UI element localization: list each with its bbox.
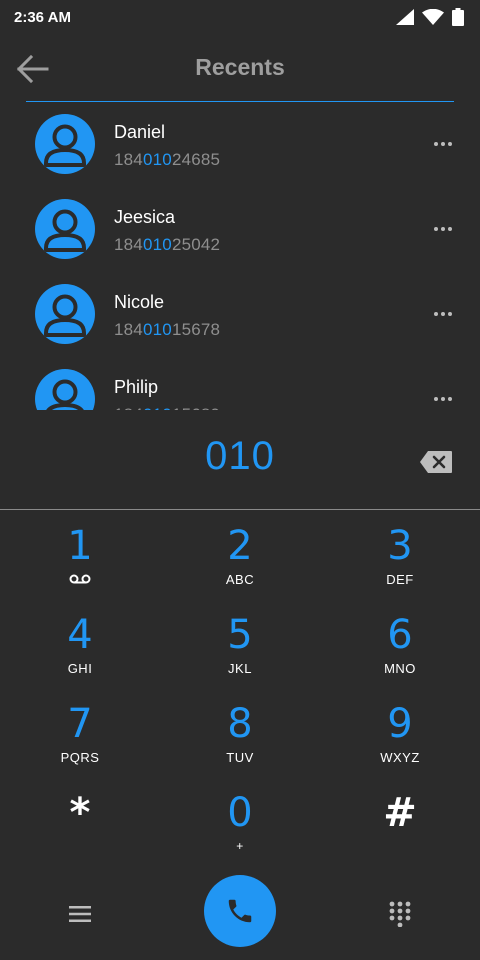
recents-list[interactable]: Daniel 18401024685 Jeesica 18401025042 N…	[0, 102, 480, 410]
key-digit: 2	[227, 523, 253, 569]
key-letters: +	[236, 839, 244, 853]
contact-row[interactable]: Daniel 18401024685	[0, 102, 480, 187]
key-digit: 8	[227, 701, 253, 747]
key-7[interactable]: 7 PQRS	[0, 690, 160, 779]
dial-number-display[interactable]: 010	[0, 434, 480, 479]
status-bar: 2:36 AM	[0, 0, 480, 34]
key-letters: ABC	[225, 572, 255, 587]
key-4[interactable]: 4 GHI	[0, 601, 160, 690]
contact-number: 18401015678	[114, 320, 221, 339]
page-title: Recents	[195, 54, 285, 80]
contact-name: Philip	[114, 377, 159, 397]
key-9[interactable]: 9 WXYZ	[320, 690, 480, 779]
key-digit: #	[383, 790, 417, 836]
more-options-icon[interactable]	[428, 217, 458, 241]
contact-number: 18401015689	[114, 405, 220, 410]
contact-number: 18401024685	[114, 150, 221, 169]
key-0[interactable]: 0 +	[160, 779, 320, 868]
keypad-divider	[0, 509, 480, 510]
battery-icon	[452, 8, 464, 26]
key-digit: 0	[227, 790, 253, 836]
key-letters: TUV	[226, 750, 254, 765]
avatar-icon	[35, 114, 95, 174]
contact-row[interactable]: Philip 18401015689	[0, 357, 480, 410]
key-8[interactable]: 8 TUV	[160, 690, 320, 779]
key-3[interactable]: 3 DEF	[320, 512, 480, 601]
key-digit: 3	[387, 523, 413, 569]
key-digit: *	[69, 790, 91, 836]
dialpad-toggle-button[interactable]	[386, 900, 414, 928]
menu-button[interactable]	[64, 900, 96, 928]
more-options-icon[interactable]	[428, 132, 458, 156]
voicemail-icon	[69, 574, 91, 584]
contact-name: Nicole	[114, 292, 165, 312]
signal-icon	[396, 9, 414, 25]
phone-icon	[228, 899, 252, 923]
contact-row[interactable]: Jeesica 18401025042	[0, 187, 480, 272]
dialpad-icon	[389, 901, 411, 927]
key-digit: 4	[67, 612, 93, 658]
more-options-icon[interactable]	[428, 387, 458, 410]
key-digit: 5	[227, 612, 253, 658]
avatar-icon	[35, 369, 95, 410]
avatar-icon	[35, 284, 95, 344]
contact-number: 18401025042	[114, 235, 221, 254]
key-digit: 7	[67, 701, 93, 747]
bottom-bar	[0, 870, 480, 960]
key-letters: PQRS	[60, 750, 100, 765]
key-digit: 6	[387, 612, 413, 658]
key-letters: GHI	[67, 661, 93, 676]
menu-icon	[69, 906, 91, 922]
dial-input-row: 010	[0, 428, 480, 500]
key-star[interactable]: *	[0, 779, 160, 868]
key-letters: DEF	[386, 572, 414, 587]
key-letters: JKL	[228, 661, 252, 676]
contact-name: Jeesica	[114, 207, 176, 227]
status-icons	[396, 8, 464, 26]
key-2[interactable]: 2 ABC	[160, 512, 320, 601]
key-5[interactable]: 5 JKL	[160, 601, 320, 690]
contact-name: Daniel	[114, 122, 166, 142]
call-button[interactable]	[204, 875, 276, 947]
key-letters: MNO	[384, 661, 416, 676]
key-1[interactable]: 1	[0, 512, 160, 601]
status-time: 2:36 AM	[14, 8, 71, 26]
avatar-icon	[35, 199, 95, 259]
key-6[interactable]: 6 MNO	[320, 601, 480, 690]
backspace-button[interactable]	[418, 448, 454, 476]
key-hash[interactable]: #	[320, 779, 480, 868]
key-digit: 1	[67, 523, 93, 569]
contact-row[interactable]: Nicole 18401015678	[0, 272, 480, 357]
wifi-icon	[422, 9, 444, 25]
keypad: 1 2 ABC 3 DEF 4 GHI 5 JKL 6 MNO 7 PQRS 8…	[0, 512, 480, 868]
app-bar: Recents	[0, 40, 480, 98]
more-options-icon[interactable]	[428, 302, 458, 326]
key-letters: WXYZ	[380, 750, 420, 765]
key-digit: 9	[387, 701, 413, 747]
backspace-icon	[420, 451, 452, 473]
